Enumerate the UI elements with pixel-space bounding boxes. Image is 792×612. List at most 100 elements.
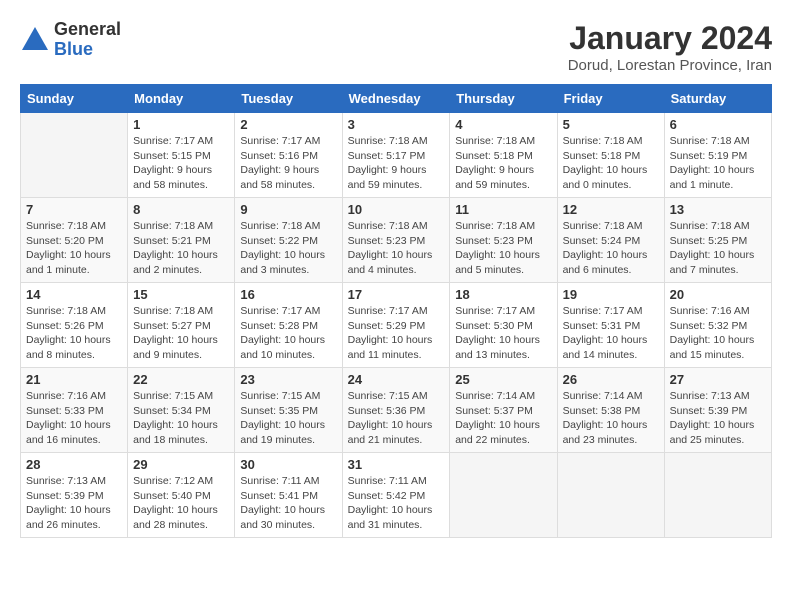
day-info: Sunrise: 7:18 AM Sunset: 5:22 PM Dayligh… (240, 219, 336, 278)
calendar-cell: 6 Sunrise: 7:18 AM Sunset: 5:19 PM Daylig… (664, 113, 771, 198)
calendar-cell (21, 113, 128, 198)
calendar-cell: 17 Sunrise: 7:17 AM Sunset: 5:29 PM Dayli… (342, 283, 450, 368)
day-info: Sunrise: 7:14 AM Sunset: 5:38 PM Dayligh… (563, 389, 659, 448)
day-number: 19 (563, 287, 659, 302)
day-info: Sunrise: 7:17 AM Sunset: 5:15 PM Dayligh… (133, 134, 229, 193)
day-info: Sunrise: 7:18 AM Sunset: 5:18 PM Dayligh… (455, 134, 551, 193)
calendar-cell: 4 Sunrise: 7:18 AM Sunset: 5:18 PM Daylig… (450, 113, 557, 198)
calendar-cell: 29 Sunrise: 7:12 AM Sunset: 5:40 PM Dayli… (128, 453, 235, 538)
day-number: 23 (240, 372, 336, 387)
logo-blue: Blue (54, 40, 121, 60)
calendar-cell (557, 453, 664, 538)
day-info: Sunrise: 7:12 AM Sunset: 5:40 PM Dayligh… (133, 474, 229, 533)
week-row: 1 Sunrise: 7:17 AM Sunset: 5:15 PM Daylig… (21, 113, 772, 198)
logo: General Blue (20, 20, 121, 60)
day-info: Sunrise: 7:18 AM Sunset: 5:20 PM Dayligh… (26, 219, 122, 278)
day-number: 22 (133, 372, 229, 387)
day-number: 12 (563, 202, 659, 217)
day-number: 31 (348, 457, 445, 472)
day-info: Sunrise: 7:13 AM Sunset: 5:39 PM Dayligh… (670, 389, 766, 448)
day-number: 21 (26, 372, 122, 387)
day-info: Sunrise: 7:13 AM Sunset: 5:39 PM Dayligh… (26, 474, 122, 533)
day-info: Sunrise: 7:18 AM Sunset: 5:21 PM Dayligh… (133, 219, 229, 278)
day-info: Sunrise: 7:16 AM Sunset: 5:33 PM Dayligh… (26, 389, 122, 448)
day-info: Sunrise: 7:17 AM Sunset: 5:28 PM Dayligh… (240, 304, 336, 363)
day-number: 24 (348, 372, 445, 387)
calendar-cell (450, 453, 557, 538)
day-info: Sunrise: 7:17 AM Sunset: 5:31 PM Dayligh… (563, 304, 659, 363)
week-row: 28 Sunrise: 7:13 AM Sunset: 5:39 PM Dayli… (21, 453, 772, 538)
calendar-cell: 1 Sunrise: 7:17 AM Sunset: 5:15 PM Daylig… (128, 113, 235, 198)
day-number: 13 (670, 202, 766, 217)
weekday-header: Tuesday (235, 85, 342, 113)
day-number: 7 (26, 202, 122, 217)
calendar-cell: 14 Sunrise: 7:18 AM Sunset: 5:26 PM Dayli… (21, 283, 128, 368)
calendar-cell: 5 Sunrise: 7:18 AM Sunset: 5:18 PM Daylig… (557, 113, 664, 198)
day-number: 14 (26, 287, 122, 302)
weekday-header: Sunday (21, 85, 128, 113)
day-info: Sunrise: 7:17 AM Sunset: 5:16 PM Dayligh… (240, 134, 336, 193)
calendar-cell: 3Sunrise: 7:18 AM Sunset: 5:17 PM Daylig… (342, 113, 450, 198)
day-info: Sunrise: 7:18 AM Sunset: 5:23 PM Dayligh… (348, 219, 445, 278)
calendar-cell: 13 Sunrise: 7:18 AM Sunset: 5:25 PM Dayli… (664, 198, 771, 283)
day-info: Sunrise: 7:18 AM Sunset: 5:25 PM Dayligh… (670, 219, 766, 278)
day-info: Sunrise: 7:17 AM Sunset: 5:29 PM Dayligh… (348, 304, 445, 363)
weekday-header: Monday (128, 85, 235, 113)
day-info: Sunrise: 7:15 AM Sunset: 5:34 PM Dayligh… (133, 389, 229, 448)
calendar-table: SundayMondayTuesdayWednesdayThursdayFrid… (20, 84, 772, 538)
calendar-cell: 2 Sunrise: 7:17 AM Sunset: 5:16 PM Daylig… (235, 113, 342, 198)
logo-text: General Blue (54, 20, 121, 60)
week-row: 14 Sunrise: 7:18 AM Sunset: 5:26 PM Dayli… (21, 283, 772, 368)
day-number: 29 (133, 457, 229, 472)
day-number: 2 (240, 117, 336, 132)
day-info: Sunrise: 7:14 AM Sunset: 5:37 PM Dayligh… (455, 389, 551, 448)
day-number: 6 (670, 117, 766, 132)
calendar-cell: 25 Sunrise: 7:14 AM Sunset: 5:37 PM Dayli… (450, 368, 557, 453)
day-number: 4 (455, 117, 551, 132)
calendar-cell: 16 Sunrise: 7:17 AM Sunset: 5:28 PM Dayli… (235, 283, 342, 368)
day-number: 26 (563, 372, 659, 387)
weekday-header: Saturday (664, 85, 771, 113)
calendar-cell: 31Sunrise: 7:11 AM Sunset: 5:42 PM Dayli… (342, 453, 450, 538)
day-number: 9 (240, 202, 336, 217)
title-block: January 2024 Dorud, Lorestan Province, I… (568, 20, 772, 74)
logo-icon (20, 25, 50, 55)
day-number: 17 (348, 287, 445, 302)
day-number: 10 (348, 202, 445, 217)
day-number: 11 (455, 202, 551, 217)
day-info: Sunrise: 7:11 AM Sunset: 5:41 PM Dayligh… (240, 474, 336, 533)
day-number: 25 (455, 372, 551, 387)
day-info: Sunrise: 7:15 AM Sunset: 5:36 PM Dayligh… (348, 389, 445, 448)
calendar-cell: 26 Sunrise: 7:14 AM Sunset: 5:38 PM Dayli… (557, 368, 664, 453)
weekday-header-row: SundayMondayTuesdayWednesdayThursdayFrid… (21, 85, 772, 113)
calendar-cell: 9 Sunrise: 7:18 AM Sunset: 5:22 PM Daylig… (235, 198, 342, 283)
week-row: 21 Sunrise: 7:16 AM Sunset: 5:33 PM Dayli… (21, 368, 772, 453)
calendar-cell: 10 Sunrise: 7:18 AM Sunset: 5:23 PM Dayli… (342, 198, 450, 283)
week-row: 7 Sunrise: 7:18 AM Sunset: 5:20 PM Daylig… (21, 198, 772, 283)
day-info: Sunrise: 7:17 AM Sunset: 5:30 PM Dayligh… (455, 304, 551, 363)
day-info: Sunrise: 7:15 AM Sunset: 5:35 PM Dayligh… (240, 389, 336, 448)
day-number: 5 (563, 117, 659, 132)
day-info: Sunrise: 7:18 AM Sunset: 5:18 PM Dayligh… (563, 134, 659, 193)
day-info: Sunrise: 7:18 AM Sunset: 5:26 PM Dayligh… (26, 304, 122, 363)
day-info: Sunrise: 7:18 AM Sunset: 5:24 PM Dayligh… (563, 219, 659, 278)
calendar-cell: 21 Sunrise: 7:16 AM Sunset: 5:33 PM Dayli… (21, 368, 128, 453)
calendar-cell: 30Sunrise: 7:11 AM Sunset: 5:41 PM Dayli… (235, 453, 342, 538)
day-number: 20 (670, 287, 766, 302)
logo-general: General (54, 20, 121, 40)
calendar-cell: 22 Sunrise: 7:15 AM Sunset: 5:34 PM Dayli… (128, 368, 235, 453)
day-number: 28 (26, 457, 122, 472)
day-number: 1 (133, 117, 229, 132)
day-info: Sunrise: 7:18 AM Sunset: 5:27 PM Dayligh… (133, 304, 229, 363)
day-number: 8 (133, 202, 229, 217)
calendar-cell: 12 Sunrise: 7:18 AM Sunset: 5:24 PM Dayli… (557, 198, 664, 283)
calendar-cell: 19 Sunrise: 7:17 AM Sunset: 5:31 PM Dayli… (557, 283, 664, 368)
day-info: Sunrise: 7:18 AM Sunset: 5:19 PM Dayligh… (670, 134, 766, 193)
calendar-cell: 8 Sunrise: 7:18 AM Sunset: 5:21 PM Daylig… (128, 198, 235, 283)
day-info: Sunrise: 7:18 AM Sunset: 5:17 PM Dayligh… (348, 134, 445, 193)
day-number: 27 (670, 372, 766, 387)
day-info: Sunrise: 7:18 AM Sunset: 5:23 PM Dayligh… (455, 219, 551, 278)
day-number: 16 (240, 287, 336, 302)
page-header: General Blue January 2024 Dorud, Loresta… (20, 20, 772, 74)
calendar-cell: 15Sunrise: 7:18 AM Sunset: 5:27 PM Dayli… (128, 283, 235, 368)
